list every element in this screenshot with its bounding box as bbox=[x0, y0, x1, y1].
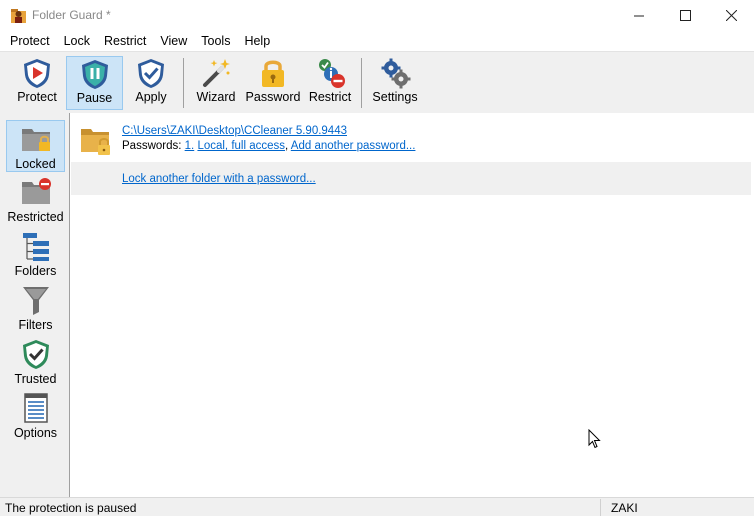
maximize-icon bbox=[679, 10, 691, 21]
nav-locked[interactable]: Locked bbox=[6, 120, 65, 172]
password-button[interactable]: Password bbox=[244, 56, 302, 110]
menu-lock[interactable]: Lock bbox=[57, 31, 97, 51]
options-list-icon bbox=[23, 393, 48, 423]
nav-filters-label: Filters bbox=[18, 318, 53, 332]
close-icon bbox=[725, 10, 737, 21]
restrict-button[interactable]: Restrict bbox=[305, 56, 355, 110]
status-user: ZAKI bbox=[611, 501, 638, 515]
toolbar-separator bbox=[361, 58, 362, 108]
pause-button[interactable]: Pause bbox=[66, 56, 123, 110]
wizard-label: Wizard bbox=[196, 90, 236, 104]
menu-tools[interactable]: Tools bbox=[194, 31, 237, 51]
shield-check-icon bbox=[138, 59, 164, 88]
nav-trusted-label: Trusted bbox=[14, 372, 57, 386]
pause-label: Pause bbox=[76, 91, 113, 105]
restrict-label: Restrict bbox=[308, 90, 352, 104]
passwords-line: Passwords: 1. Local, full access, Add an… bbox=[122, 140, 415, 152]
nav-locked-label: Locked bbox=[15, 157, 56, 171]
status-bar: The protection is paused ZAKI bbox=[0, 497, 754, 516]
toolbar-separator bbox=[183, 58, 184, 108]
maximize-button[interactable] bbox=[662, 0, 708, 31]
nav-restricted[interactable]: Restricted bbox=[6, 174, 65, 226]
left-nav: Locked Restricted Folders Filters Truste… bbox=[0, 113, 70, 497]
nav-folders-label: Folders bbox=[14, 264, 57, 278]
password-label: Password bbox=[245, 90, 301, 104]
shield-pause-icon bbox=[81, 60, 108, 89]
restrict-icon bbox=[319, 59, 345, 88]
settings-button[interactable]: Settings bbox=[369, 56, 421, 110]
shield-check-icon bbox=[22, 340, 49, 369]
locked-folder-entry: C:\Users\ZAKI\Desktop\CCleaner 5.90.9443… bbox=[71, 119, 751, 161]
menu-protect[interactable]: Protect bbox=[3, 31, 57, 51]
nav-restricted-label: Restricted bbox=[7, 210, 64, 224]
minimize-icon bbox=[634, 15, 644, 16]
main-content: C:\Users\ZAKI\Desktop\CCleaner 5.90.9443… bbox=[71, 115, 754, 497]
restricted-folder-icon bbox=[21, 178, 51, 204]
shield-play-icon bbox=[24, 59, 50, 88]
nav-trusted[interactable]: Trusted bbox=[6, 336, 65, 388]
folder-guard-app-icon bbox=[11, 9, 26, 23]
protect-button[interactable]: Protect bbox=[12, 56, 62, 110]
nav-folders[interactable]: Folders bbox=[6, 228, 65, 280]
wizard-button[interactable]: Wizard bbox=[191, 56, 241, 110]
padlock-icon bbox=[262, 60, 284, 87]
menu-view[interactable]: View bbox=[153, 31, 194, 51]
locked-folder-icon bbox=[81, 129, 110, 155]
add-password-link[interactable]: Add another password... bbox=[291, 140, 416, 152]
status-divider bbox=[600, 499, 601, 516]
close-button[interactable] bbox=[708, 0, 754, 31]
lock-another-folder-link[interactable]: Lock another folder with a password... bbox=[122, 173, 316, 185]
magic-wand-icon bbox=[203, 59, 230, 87]
window-title: Folder Guard * bbox=[32, 8, 111, 22]
lock-another-row: Lock another folder with a password... bbox=[71, 162, 751, 195]
funnel-icon bbox=[22, 287, 49, 315]
folder-tree-icon bbox=[22, 233, 49, 261]
protect-label: Protect bbox=[17, 90, 57, 104]
password-number-link[interactable]: 1. bbox=[185, 140, 195, 152]
menu-help[interactable]: Help bbox=[237, 31, 277, 51]
password-access-link[interactable]: Local, full access bbox=[197, 140, 285, 152]
menu-restrict[interactable]: Restrict bbox=[97, 31, 153, 51]
locked-folder-icon bbox=[21, 129, 50, 151]
apply-label: Apply bbox=[135, 90, 167, 104]
toolbar: Protect Pause Apply Wizard Password Rest… bbox=[0, 51, 754, 113]
passwords-separator: , bbox=[285, 140, 289, 152]
status-message: The protection is paused bbox=[5, 501, 137, 515]
mouse-pointer-icon bbox=[588, 429, 601, 449]
menu-bar: Protect Lock Restrict View Tools Help bbox=[0, 31, 754, 51]
locked-folder-path-link[interactable]: C:\Users\ZAKI\Desktop\CCleaner 5.90.9443 bbox=[122, 125, 347, 137]
apply-button[interactable]: Apply bbox=[126, 56, 176, 110]
settings-label: Settings bbox=[372, 90, 418, 104]
nav-options-label: Options bbox=[13, 426, 58, 440]
nav-filters[interactable]: Filters bbox=[6, 282, 65, 334]
passwords-label: Passwords: bbox=[122, 140, 185, 152]
minimize-button[interactable] bbox=[616, 0, 662, 31]
gears-icon bbox=[381, 58, 411, 89]
nav-options[interactable]: Options bbox=[6, 390, 65, 442]
title-bar: Folder Guard * bbox=[0, 0, 754, 31]
